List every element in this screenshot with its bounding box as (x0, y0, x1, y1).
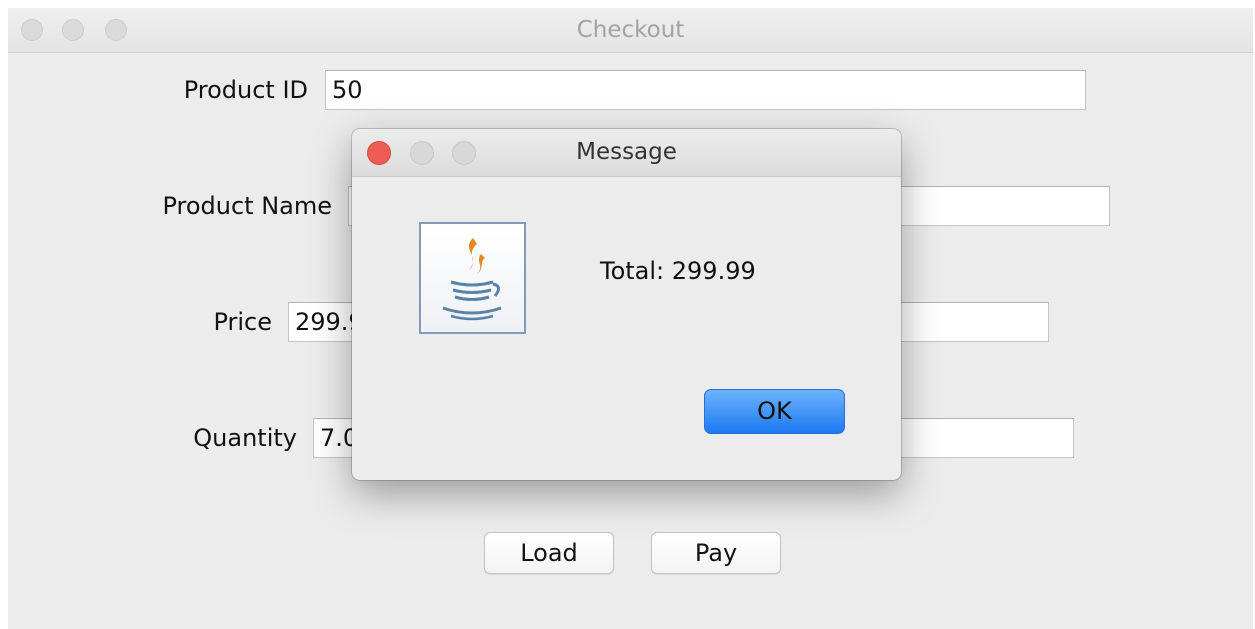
checkout-window: Checkout Product ID 50 Product Name Pric… (8, 8, 1253, 629)
total-message: Total: 299.99 (600, 257, 756, 285)
load-button[interactable]: Load (484, 532, 614, 574)
message-dialog: Message Total: 299.99 OK (352, 129, 901, 480)
product-id-field[interactable]: 50 (325, 70, 1086, 110)
product-name-label: Product Name (162, 192, 332, 220)
pay-button[interactable]: Pay (651, 532, 781, 574)
window-titlebar[interactable]: Checkout (8, 8, 1253, 53)
product-id-label: Product ID (183, 76, 308, 104)
price-label: Price (213, 308, 272, 336)
dialog-titlebar[interactable]: Message (352, 129, 901, 177)
quantity-label: Quantity (193, 424, 297, 452)
ok-button[interactable]: OK (704, 389, 845, 434)
java-coffee-cup-icon (419, 222, 526, 334)
window-title: Checkout (576, 17, 685, 43)
dialog-title: Message (576, 139, 677, 165)
